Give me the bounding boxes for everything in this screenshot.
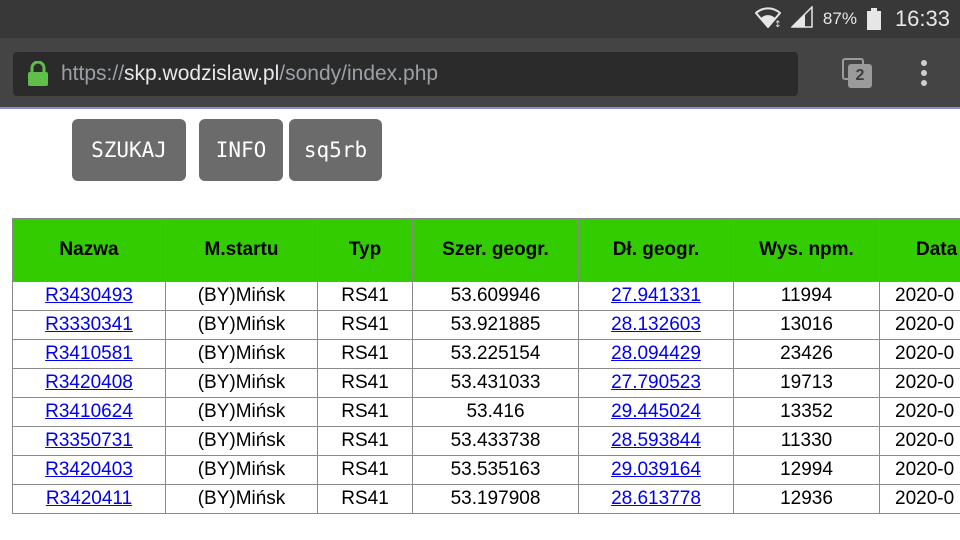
column-header[interactable]: Nazwa	[12, 218, 166, 282]
sonde-name-link[interactable]: R3430493	[45, 285, 133, 306]
status-bar: ↕ 87% 16:33	[0, 0, 960, 38]
toolbar-divider	[0, 107, 960, 109]
longitude-link[interactable]: 29.039164	[611, 459, 701, 480]
table-row: R3420411 (BY)Mińsk RS41 53.197908 28.613…	[12, 484, 960, 514]
date-cell: 2020-0	[879, 397, 960, 427]
latitude-cell: 53.431033	[412, 368, 579, 398]
status-bar-right: ↕ 87% 16:33	[754, 0, 950, 38]
altitude-cell: 13352	[733, 397, 880, 427]
menu-icon[interactable]	[919, 60, 929, 88]
battery-percent: 87%	[822, 9, 857, 28]
longitude-link[interactable]: 29.445024	[611, 401, 701, 422]
date-cell: 2020-0	[879, 368, 960, 398]
date-cell: 2020-0	[879, 426, 960, 456]
latitude-cell: 53.921885	[412, 310, 579, 340]
table-row: R3420408 (BY)Mińsk RS41 53.431033 27.790…	[12, 368, 960, 398]
tabs-icon[interactable]: 2	[842, 58, 872, 88]
latitude-cell: 53.609946	[412, 281, 579, 311]
latitude-cell: 53.416	[412, 397, 579, 427]
type-cell: RS41	[317, 484, 413, 514]
sondes-table-wrapper: Nazwa M.startu Typ Szer. geogr. Dł. geog…	[12, 218, 960, 514]
longitude-link[interactable]: 27.790523	[611, 372, 701, 393]
latitude-cell: 53.225154	[412, 339, 579, 369]
longitude-link[interactable]: 28.593844	[611, 430, 701, 451]
signal-icon	[790, 4, 813, 33]
date-cell: 2020-0	[879, 310, 960, 340]
info-button[interactable]: INFO	[199, 119, 283, 181]
altitude-cell: 13016	[733, 310, 880, 340]
launch-site-cell: (BY)Mińsk	[165, 368, 318, 398]
type-cell: RS41	[317, 281, 413, 311]
longitude-link[interactable]: 28.613778	[611, 488, 701, 509]
latitude-cell: 53.433738	[412, 426, 579, 456]
column-header[interactable]: Data	[879, 218, 960, 282]
table-row: R3430493 (BY)Mińsk RS41 53.609946 27.941…	[12, 281, 960, 311]
type-cell: RS41	[317, 397, 413, 427]
svg-text:↕: ↕	[774, 20, 781, 28]
altitude-cell: 11994	[733, 281, 880, 311]
launch-site-cell: (BY)Mińsk	[165, 455, 318, 485]
altitude-cell: 12994	[733, 455, 880, 485]
url-host: skp.wodzislaw.pl	[124, 62, 280, 85]
longitude-link[interactable]: 28.094429	[611, 343, 701, 364]
column-header[interactable]: Wys. npm.	[733, 218, 880, 282]
url-text[interactable]: https://skp.wodzislaw.pl/sondy/index.php	[61, 62, 438, 86]
column-header[interactable]: Szer. geogr.	[412, 218, 579, 282]
sonde-name-link[interactable]: R3410624	[45, 401, 133, 422]
longitude-link[interactable]: 27.941331	[611, 285, 701, 306]
launch-site-cell: (BY)Mińsk	[165, 397, 318, 427]
altitude-cell: 11330	[733, 426, 880, 456]
browser-toolbar: https://skp.wodzislaw.pl/sondy/index.php…	[0, 38, 960, 108]
column-header[interactable]: Typ	[317, 218, 413, 282]
latitude-cell: 53.197908	[412, 484, 579, 514]
sonde-name-link[interactable]: R3420408	[45, 372, 133, 393]
type-cell: RS41	[317, 455, 413, 485]
table-row: R3420403 (BY)Mińsk RS41 53.535163 29.039…	[12, 455, 960, 485]
table-row: R3410624 (BY)Mińsk RS41 53.416 29.445024…	[12, 397, 960, 427]
launch-site-cell: (BY)Mińsk	[165, 281, 318, 311]
sondes-table: Nazwa M.startu Typ Szer. geogr. Dł. geog…	[12, 218, 960, 514]
altitude-cell: 19713	[733, 368, 880, 398]
clock: 16:33	[894, 6, 950, 31]
sonde-name-link[interactable]: R3410581	[45, 343, 133, 364]
launch-site-cell: (BY)Mińsk	[165, 339, 318, 369]
longitude-link[interactable]: 28.132603	[611, 314, 701, 335]
url-path: /sondy/index.php	[279, 62, 439, 85]
date-cell: 2020-0	[879, 281, 960, 311]
launch-site-cell: (BY)Mińsk	[165, 426, 318, 456]
sonde-name-link[interactable]: R3420403	[45, 459, 133, 480]
date-cell: 2020-0	[879, 339, 960, 369]
table-row: R3350731 (BY)Mińsk RS41 53.433738 28.593…	[12, 426, 960, 456]
type-cell: RS41	[317, 368, 413, 398]
launch-site-cell: (BY)Mińsk	[165, 310, 318, 340]
date-cell: 2020-0	[879, 455, 960, 485]
callsign-button[interactable]: sq5rb	[289, 119, 382, 181]
column-header[interactable]: Dł. geogr.	[578, 218, 734, 282]
sonde-name-link[interactable]: R3350731	[45, 430, 133, 451]
type-cell: RS41	[317, 339, 413, 369]
altitude-cell: 23426	[733, 339, 880, 369]
type-cell: RS41	[317, 310, 413, 340]
type-cell: RS41	[317, 426, 413, 456]
tab-count: 2	[848, 64, 872, 88]
sonde-name-link[interactable]: R3330341	[45, 314, 133, 335]
latitude-cell: 53.535163	[412, 455, 579, 485]
column-header[interactable]: M.startu	[165, 218, 318, 282]
date-cell: 2020-0	[879, 484, 960, 514]
lock-icon[interactable]	[27, 60, 49, 87]
table-header-row: Nazwa M.startu Typ Szer. geogr. Dł. geog…	[12, 218, 960, 282]
launch-site-cell: (BY)Mińsk	[165, 484, 318, 514]
table-row: R3410581 (BY)Mińsk RS41 53.225154 28.094…	[12, 339, 960, 369]
battery-icon	[866, 8, 881, 30]
wifi-icon: ↕	[754, 6, 781, 33]
table-row: R3330341 (BY)Mińsk RS41 53.921885 28.132…	[12, 310, 960, 340]
sonde-name-link[interactable]: R3420411	[46, 488, 132, 509]
search-button[interactable]: SZUKAJ	[72, 119, 186, 181]
address-bar[interactable]: https://skp.wodzislaw.pl/sondy/index.php	[13, 52, 798, 96]
altitude-cell: 12936	[733, 484, 880, 514]
url-scheme: https://	[61, 62, 125, 85]
